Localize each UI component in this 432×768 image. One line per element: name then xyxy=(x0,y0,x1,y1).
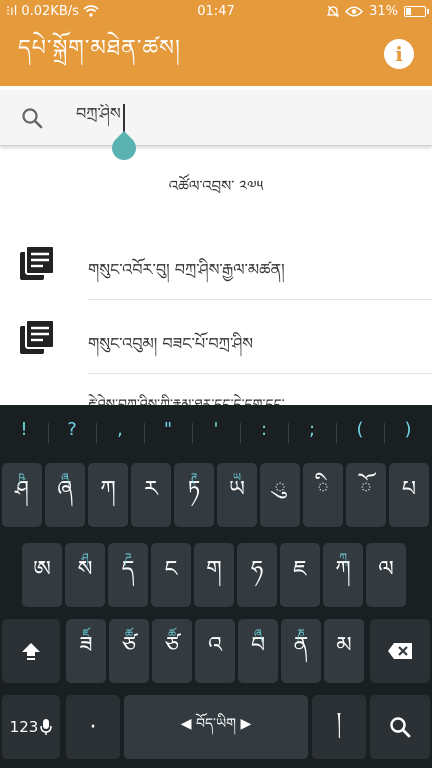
key-hint: ཚ xyxy=(168,627,176,640)
text-cursor xyxy=(123,104,125,132)
result-title: གསུང་འབོར་བུ། བཀྲ་ཤིས་རྒྱལ་མཚན། xyxy=(88,260,285,279)
key-hint: ཞ xyxy=(61,471,69,484)
partial-result-title[interactable]: རྗེ་ཤེས་བཀྲ་ཤིས་ཀྱི་རྣམ་ཐར་དང་དེ་དག་དང་ xyxy=(88,388,408,406)
key-label: པ xyxy=(401,477,417,502)
key-label: ཇ xyxy=(293,557,307,582)
letter-key[interactable]: ང xyxy=(151,543,191,607)
clock: 01:47 xyxy=(197,3,235,19)
shift-up-icon xyxy=(22,643,40,660)
letter-key[interactable]: ལ xyxy=(366,543,406,607)
numbers-label: 123 xyxy=(9,718,39,736)
key-hint: ཊ xyxy=(190,471,198,484)
book-list-icon xyxy=(20,319,55,354)
key-label: འ xyxy=(208,633,222,658)
letter-key[interactable]: ཧ xyxy=(237,543,277,607)
letter-key[interactable]: ུ xyxy=(260,463,300,527)
battery-icon xyxy=(404,5,429,17)
letter-key[interactable]: ཀ xyxy=(88,463,128,527)
symbol-key[interactable]: ? xyxy=(48,419,96,443)
result-count: འཚོལ་འབྲས་ ༢༧༥ xyxy=(168,177,264,195)
key-label: ར xyxy=(144,477,158,502)
key-label: ུ xyxy=(273,477,287,502)
backspace-key[interactable] xyxy=(370,619,430,683)
key-label: ཨ xyxy=(33,557,51,582)
key-hint: ཤ xyxy=(81,551,89,564)
letter-key[interactable]: ཤས xyxy=(65,543,105,607)
letter-key[interactable]: ར xyxy=(131,463,171,527)
symbol-key[interactable]: ; xyxy=(288,419,336,443)
key-hint: ཞ xyxy=(254,627,262,640)
symbol-key[interactable]: ' xyxy=(192,419,240,443)
app-bar: དཔེ་སྐྲོག་མཐེན་ཚས། i xyxy=(0,22,432,86)
comma-key[interactable]: · xyxy=(66,695,120,759)
symbol-key[interactable]: ) xyxy=(384,419,432,443)
key-label: ཀ xyxy=(100,477,116,502)
numbers-key[interactable]: 123 xyxy=(2,695,60,759)
shift-key[interactable] xyxy=(2,619,60,683)
divider xyxy=(88,299,432,300)
letter-key[interactable]: ཛཟ xyxy=(66,619,106,683)
app-title: དཔེ་སྐྲོག་མཐེན་ཚས། xyxy=(18,36,181,61)
key-hint: ཥ xyxy=(18,471,26,484)
microphone-icon xyxy=(40,719,53,735)
key-label: ོ xyxy=(359,477,373,502)
letter-key[interactable]: འ xyxy=(195,619,235,683)
letter-key[interactable]: ག xyxy=(194,543,234,607)
symbol-key[interactable]: , xyxy=(96,419,144,443)
space-key[interactable]: ◀ བོད་ཡིག ▶ xyxy=(124,695,308,759)
search-key[interactable] xyxy=(370,695,430,759)
search-icon xyxy=(390,717,411,738)
letter-key[interactable]: ཞབ xyxy=(238,619,278,683)
key-label: ང xyxy=(164,557,178,582)
period-key[interactable]: ། xyxy=(312,695,366,759)
key-label: ི xyxy=(316,477,330,502)
key-hint: ཛ xyxy=(82,627,90,640)
letter-key[interactable]: ོ xyxy=(346,463,386,527)
key-label: ག xyxy=(206,557,222,582)
key-label: ལ xyxy=(378,557,394,582)
key-label: ◀ བོད་ཡིག ▶ xyxy=(180,716,252,732)
letter-key[interactable]: ཊཏ xyxy=(174,463,214,527)
key-hint: ཡ xyxy=(233,471,241,484)
keyboard: !?, " ':;() ཥ ཤ ཞ ཞ ཀ ར ཊ ཏ ཡ ཡིོུ པ ཨ ཤ ས ཌ ད ང ག ཧ ཇ ཀ ཀ ལ ཛ ཟ ཚ ཙ… xyxy=(0,405,432,768)
letter-key[interactable]: ཨ xyxy=(22,543,62,607)
letter-key[interactable]: ཌད xyxy=(108,543,148,607)
letter-key[interactable]: པ xyxy=(389,463,429,527)
letter-key[interactable]: ི xyxy=(303,463,343,527)
symbol-key[interactable]: ! xyxy=(0,419,48,440)
divider xyxy=(88,373,432,374)
book-list-icon xyxy=(20,245,55,280)
backspace-icon xyxy=(388,643,412,659)
symbol-row: !?, " ':;() xyxy=(0,405,432,453)
list-item[interactable]: གསུང་འབུམ། བཟང་པོ་བཀྲ་ཤིས xyxy=(0,302,432,374)
symbol-key[interactable]: : xyxy=(240,419,288,443)
key-hint: ཀ xyxy=(339,551,347,564)
letter-key[interactable]: ཎན xyxy=(281,619,321,683)
letter-key[interactable]: ཚཙ xyxy=(152,619,192,683)
screen: ⁝ıl 0.02KB/s 01:47 31% དཔེ་སྐྲོག་མཐེན་ཚས… xyxy=(0,0,432,768)
letter-key[interactable]: ཇ xyxy=(280,543,320,607)
letter-key[interactable]: ཥཤ xyxy=(2,463,42,527)
key-label: ། xyxy=(336,709,342,734)
key-label: · xyxy=(89,714,97,740)
key-label: མ xyxy=(336,633,352,658)
result-title: གསུང་འབུམ། བཟང་པོ་བཀྲ་ཤིས xyxy=(88,334,254,353)
key-hint: ཎ xyxy=(297,627,305,640)
search-icon[interactable] xyxy=(20,106,44,130)
key-hint: ཚ xyxy=(125,627,133,640)
symbol-key[interactable]: ( xyxy=(336,419,384,443)
letter-key[interactable]: ཞཞ xyxy=(45,463,85,527)
letter-key[interactable]: ཀཀ xyxy=(323,543,363,607)
symbol-key[interactable]: " xyxy=(144,419,192,443)
status-bar: ⁝ıl 0.02KB/s 01:47 31% xyxy=(0,0,432,22)
letter-key[interactable]: ཚཙ xyxy=(109,619,149,683)
letter-key[interactable]: མ xyxy=(324,619,364,683)
info-button[interactable]: i xyxy=(384,39,414,69)
key-label: ཧ xyxy=(250,557,264,582)
battery-fill xyxy=(406,7,412,15)
search-bar xyxy=(0,90,432,146)
list-item[interactable]: གསུང་འབོར་བུ། བཀྲ་ཤིས་རྒྱལ་མཚན། xyxy=(0,228,432,300)
letter-key[interactable]: ཡཡ xyxy=(217,463,257,527)
key-hint: ཌ xyxy=(124,551,132,564)
